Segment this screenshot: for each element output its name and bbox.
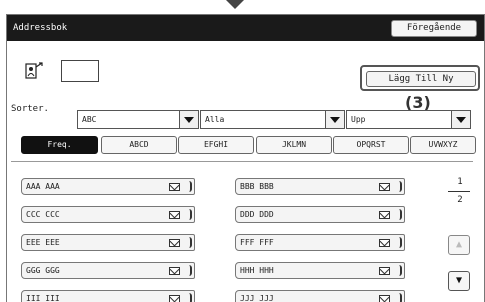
envelope-icon (169, 295, 180, 302)
index-tabs: Freq. ABCD EFGHI JKLMN OPQRST UVWXYZ (21, 136, 484, 154)
address-book-window: Addressbok Föregående Lägg Till Ny (3) S… (6, 14, 485, 302)
scroll-down-button[interactable]: ▼ (448, 271, 470, 291)
contact-entry[interactable]: CCC CCC (21, 206, 195, 223)
contact-name: FFF FFF (240, 238, 274, 247)
envelope-icon (379, 267, 390, 275)
contact-entry[interactable]: GGG GGG (21, 262, 195, 279)
contact-entry[interactable]: JJJ JJJ (235, 290, 405, 302)
envelope-icon (379, 183, 390, 191)
add-new-button[interactable]: Lägg Till Ny (366, 71, 476, 87)
sort-label: Sorter. (11, 104, 49, 114)
envelope-icon (169, 239, 180, 247)
contact-name: BBB BBB (240, 182, 274, 191)
contact-entry[interactable]: EEE EEE (21, 234, 195, 251)
arrow-up-icon: ▲ (456, 239, 463, 250)
contact-entry[interactable]: AAA AAA (21, 178, 195, 195)
divider (11, 161, 473, 162)
entry-edge (189, 237, 192, 248)
page-divider (448, 191, 470, 192)
number-entry-group (21, 58, 107, 85)
window-title: Addressbok (13, 23, 68, 33)
address-book-panel: Lägg Till Ny (3) Sorter. ABC Alla Upp Fr… (7, 41, 484, 302)
contact-name: EEE EEE (26, 238, 60, 247)
filter-value: Alla (205, 115, 225, 124)
tab-jklmn[interactable]: JKLMN (256, 136, 332, 154)
envelope-icon (379, 295, 390, 302)
entry-edge (189, 293, 192, 302)
contact-entry[interactable]: III III (21, 290, 195, 302)
envelope-icon (169, 183, 180, 191)
contact-name: GGG GGG (26, 266, 60, 275)
entry-edge (189, 209, 192, 220)
contact-name: DDD DDD (240, 210, 274, 219)
chevron-down-icon[interactable] (179, 111, 198, 128)
chevron-down-icon[interactable] (325, 111, 344, 128)
entry-edge (399, 209, 402, 220)
contact-name: III III (26, 294, 60, 302)
order-value: Upp (351, 115, 366, 124)
number-input-field[interactable] (61, 60, 99, 82)
contact-name: HHH HHH (240, 266, 274, 275)
filter-select[interactable]: Alla (200, 110, 345, 129)
envelope-icon (169, 211, 180, 219)
contact-name: CCC CCC (26, 210, 60, 219)
entry-edge (399, 293, 402, 302)
tab-freq[interactable]: Freq. (21, 136, 98, 154)
person-hash-icon[interactable] (25, 62, 43, 80)
contact-entry[interactable]: DDD DDD (235, 206, 405, 223)
tab-opqrst[interactable]: OPQRST (333, 136, 409, 154)
contact-name: AAA AAA (26, 182, 60, 191)
contact-entry[interactable]: HHH HHH (235, 262, 405, 279)
tab-efghi[interactable]: EFGHI (178, 136, 254, 154)
sort-field-select[interactable]: ABC (77, 110, 199, 129)
envelope-icon (169, 267, 180, 275)
entry-edge (189, 181, 192, 192)
sort-field-value: ABC (82, 115, 97, 124)
tab-abcd[interactable]: ABCD (101, 136, 177, 154)
envelope-icon (379, 239, 390, 247)
back-button[interactable]: Föregående (391, 20, 477, 37)
title-bar: Addressbok Föregående (7, 15, 484, 41)
arrow-down-icon: ▼ (456, 275, 463, 286)
envelope-icon (379, 211, 390, 219)
chevron-down-icon[interactable] (451, 111, 470, 128)
entry-edge (399, 181, 402, 192)
contact-name: JJJ JJJ (240, 294, 274, 302)
contact-entry[interactable]: FFF FFF (235, 234, 405, 251)
entry-edge (189, 265, 192, 276)
contact-entry[interactable]: BBB BBB (235, 178, 405, 195)
scroll-up-button[interactable]: ▲ (448, 235, 470, 255)
entry-edge (399, 265, 402, 276)
tab-uvwxyz[interactable]: UVWXYZ (410, 136, 476, 154)
page-current: 1 (457, 177, 463, 187)
order-select[interactable]: Upp (346, 110, 471, 129)
page-total: 2 (457, 195, 463, 205)
pointer-arrow-icon (226, 0, 244, 9)
entry-edge (399, 237, 402, 248)
